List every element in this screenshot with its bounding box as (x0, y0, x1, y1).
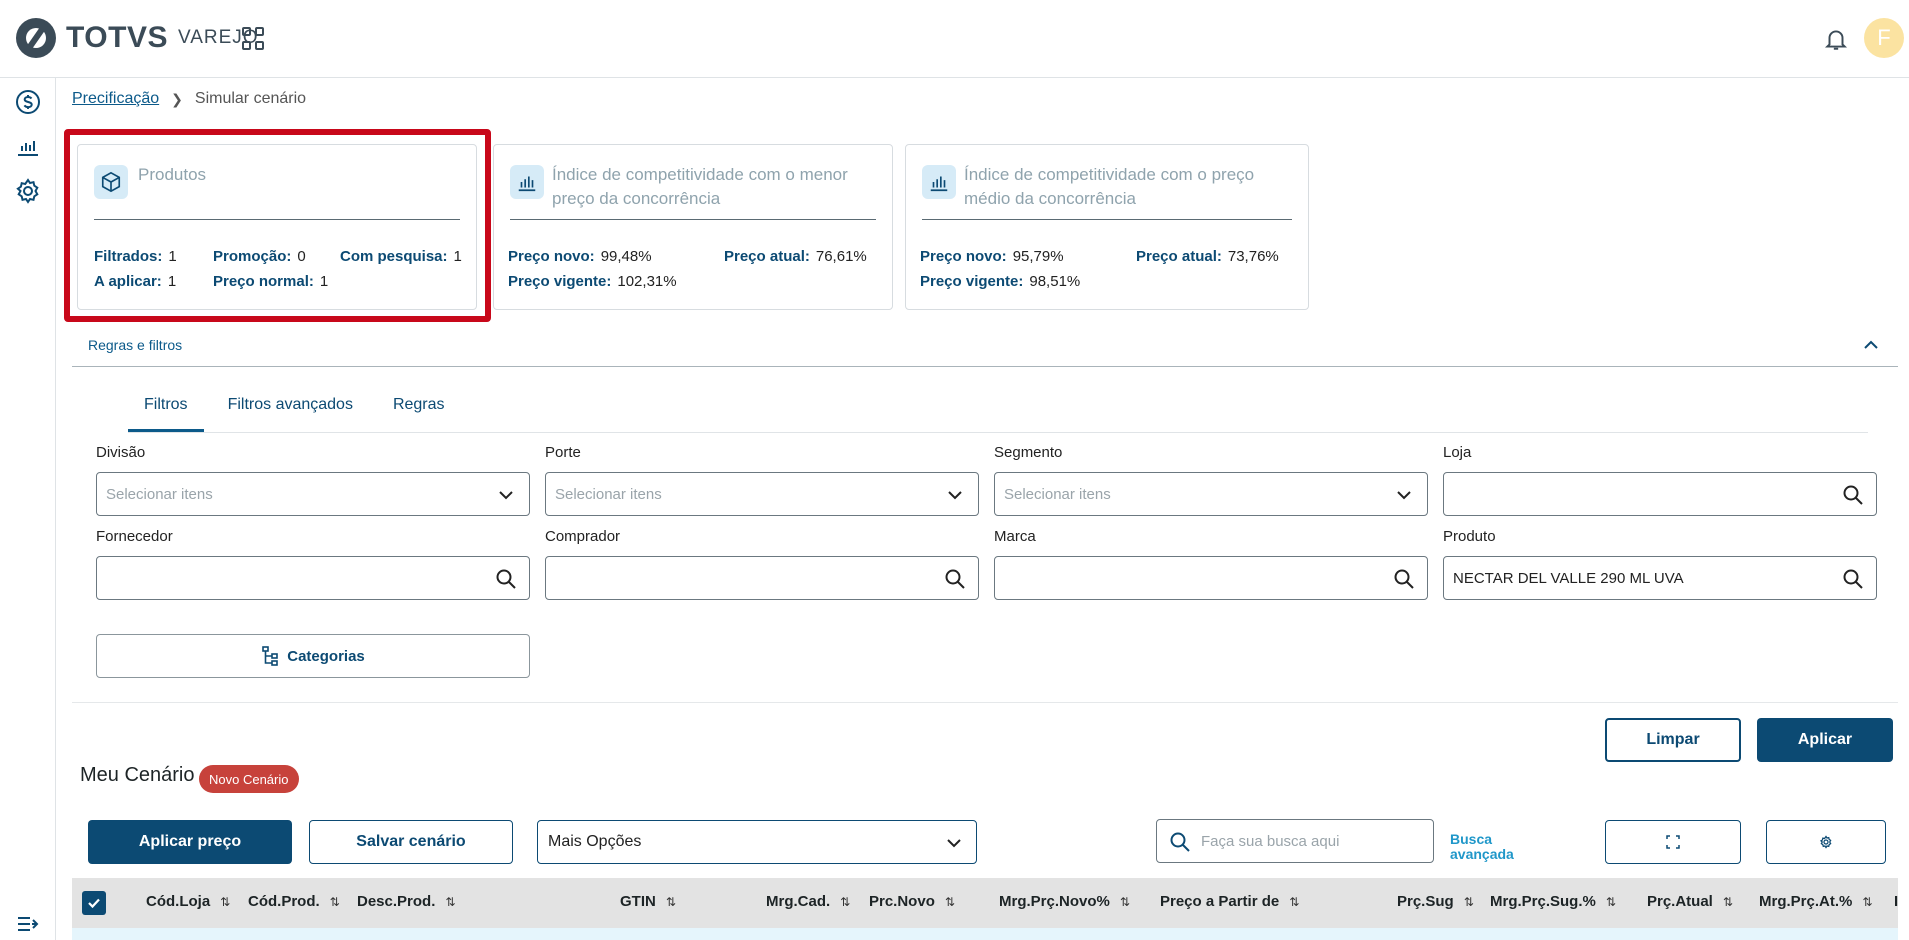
totvs-logo-icon (16, 18, 56, 58)
stat-preco-atual: Preço atual: 76,61% (724, 248, 867, 265)
table-row[interactable] (72, 928, 1898, 940)
chart-icon[interactable] (14, 133, 42, 161)
tab-regras[interactable]: Regras (377, 382, 461, 432)
comprador-input[interactable] (545, 556, 979, 600)
regras-filtros-toggle[interactable]: Regras e filtros (88, 337, 182, 353)
col-prc-sug[interactable]: Prç.Sug ⇅ (1397, 893, 1474, 910)
top-bar: TOTVS VAREJO F (0, 0, 1909, 78)
col-desc-prod[interactable]: Desc.Prod. ⇅ (357, 893, 455, 910)
search-icon[interactable] (1842, 568, 1864, 590)
search-icon (1170, 832, 1190, 852)
bar-chart-icon (510, 165, 544, 199)
col-mrg-prc-sug[interactable]: Mrg.Prç.Sug.% ⇅ (1490, 893, 1616, 910)
user-avatar[interactable]: F (1864, 18, 1904, 58)
stat-preco-novo: Preço novo: 95,79% (920, 248, 1064, 265)
col-cod-prod[interactable]: Cód.Prod. ⇅ (248, 893, 340, 910)
col-cod-loja[interactable]: Cód.Loja ⇅ (146, 893, 230, 910)
comprador-label: Comprador (545, 528, 621, 545)
card-title: Índice de competitividade com o menor pre… (552, 165, 848, 208)
busca-avancada-link[interactable]: Busca avançada (1450, 832, 1530, 862)
col-gtin[interactable]: GTIN ⇅ (620, 893, 676, 910)
gear-icon (1819, 835, 1832, 849)
salvar-cenario-button[interactable]: Salvar cenário (309, 820, 513, 864)
left-nav-rail (0, 78, 56, 940)
expand-menu-icon[interactable] (14, 910, 42, 938)
check-icon (88, 898, 100, 909)
grid-search-input[interactable]: Faça sua busca aqui (1156, 819, 1434, 863)
aplicar-button[interactable]: Aplicar (1757, 718, 1893, 762)
notification-bell-icon[interactable] (1823, 26, 1849, 52)
chevron-up-icon[interactable] (1862, 336, 1880, 354)
dollar-icon[interactable] (14, 88, 42, 116)
segmento-select[interactable]: Selecionar itens (994, 472, 1428, 516)
fullscreen-icon (1666, 835, 1680, 849)
col-mrg-cad[interactable]: Mrg.Cad. ⇅ (766, 893, 850, 910)
chevron-down-icon (1397, 491, 1411, 500)
loja-input[interactable] (1443, 472, 1877, 516)
chevron-down-icon (499, 491, 513, 500)
card-title: Índice de competitividade com o preço méd… (964, 165, 1255, 208)
divisao-select[interactable]: Selecionar itens (96, 472, 530, 516)
fornecedor-input[interactable] (96, 556, 530, 600)
col-prc-atual[interactable]: Prç.Atual ⇅ (1647, 893, 1733, 910)
stat-preco-vigente: Preço vigente: 102,31% (508, 273, 677, 290)
search-icon[interactable] (495, 568, 517, 590)
totvs-logo[interactable]: TOTVS VAREJO (16, 18, 259, 58)
produto-label: Produto (1443, 528, 1496, 545)
breadcrumb-precificacao-link[interactable]: Precificação (72, 90, 159, 108)
highlight-box (64, 129, 491, 322)
competitividade-menor-card: Índice de competitividade com o menor pre… (493, 144, 893, 310)
fornecedor-label: Fornecedor (96, 528, 173, 545)
breadcrumb-current: Simular cenário (194, 90, 307, 107)
limpar-button[interactable]: Limpar (1605, 718, 1741, 762)
porte-label: Porte (545, 444, 581, 461)
chevron-down-icon (948, 491, 962, 500)
breadcrumb-chevron-right-icon: ❯ (171, 90, 183, 107)
col-mrg-prc-novo[interactable]: Mrg.Prç.Novo% ⇅ (999, 893, 1130, 910)
search-icon[interactable] (1842, 484, 1864, 506)
chevron-down-icon (947, 839, 961, 848)
categorias-button[interactable]: Categorias (96, 634, 530, 678)
search-icon[interactable] (1393, 568, 1415, 590)
select-all-checkbox[interactable] (82, 891, 106, 915)
search-icon[interactable] (944, 568, 966, 590)
col-preco-a-partir-de[interactable]: Preço a Partir de ⇅ (1160, 893, 1299, 910)
stat-preco-vigente: Preço vigente: 98,51% (920, 273, 1081, 290)
divider (510, 219, 876, 220)
apps-grid-icon[interactable] (242, 27, 266, 51)
stat-preco-novo: Preço novo: 99,48% (508, 248, 652, 265)
marca-input[interactable] (994, 556, 1428, 600)
segmento-label: Segmento (994, 444, 1063, 461)
categorias-label: Categorias (287, 647, 365, 665)
scenario-title: Meu Cenário (80, 764, 195, 786)
loja-label: Loja (1443, 444, 1472, 461)
marca-label: Marca (994, 528, 1036, 545)
novo-cenario-badge: Novo Cenário (199, 765, 299, 793)
porte-select[interactable]: Selecionar itens (545, 472, 979, 516)
tabs-divider (128, 432, 1868, 433)
grid-header: Cód.Loja ⇅ Cód.Prod. ⇅ Desc.Prod. ⇅ GTIN ⇅ M… (72, 878, 1898, 928)
section-divider (72, 702, 1898, 703)
stat-preco-atual: Preço atual: 73,76% (1136, 248, 1279, 265)
competitividade-medio-card: Índice de competitividade com o preço méd… (905, 144, 1309, 310)
breadcrumb: Precificação ❯ Simular cenário (72, 90, 306, 108)
filter-tabs: Filtros Filtros avançados Regras (128, 382, 469, 432)
col-mrg-prc-at[interactable]: Mrg.Prç.At.% ⇅ (1759, 893, 1872, 910)
col-prc-novo[interactable]: Prc.Novo ⇅ (869, 893, 955, 910)
divisao-label: Divisão (96, 444, 146, 461)
tab-filtros[interactable]: Filtros (128, 382, 204, 432)
brand-name: TOTVS (66, 21, 168, 54)
tree-icon (262, 646, 279, 666)
grid-settings-button[interactable] (1766, 820, 1886, 864)
mais-opcoes-select[interactable]: Mais Opções (537, 820, 977, 864)
bar-chart-icon (922, 165, 956, 199)
divider (922, 219, 1292, 220)
settings-gear-icon[interactable] (14, 177, 42, 205)
tab-filtros-avancados[interactable]: Filtros avançados (212, 382, 369, 432)
section-divider (72, 366, 1898, 367)
aplicar-preco-button[interactable]: Aplicar preço (88, 820, 292, 864)
fullscreen-button[interactable] (1605, 820, 1741, 864)
produto-input[interactable]: NECTAR DEL VALLE 290 ML UVA (1443, 556, 1877, 600)
col-truncated[interactable]: In (1894, 893, 1898, 910)
